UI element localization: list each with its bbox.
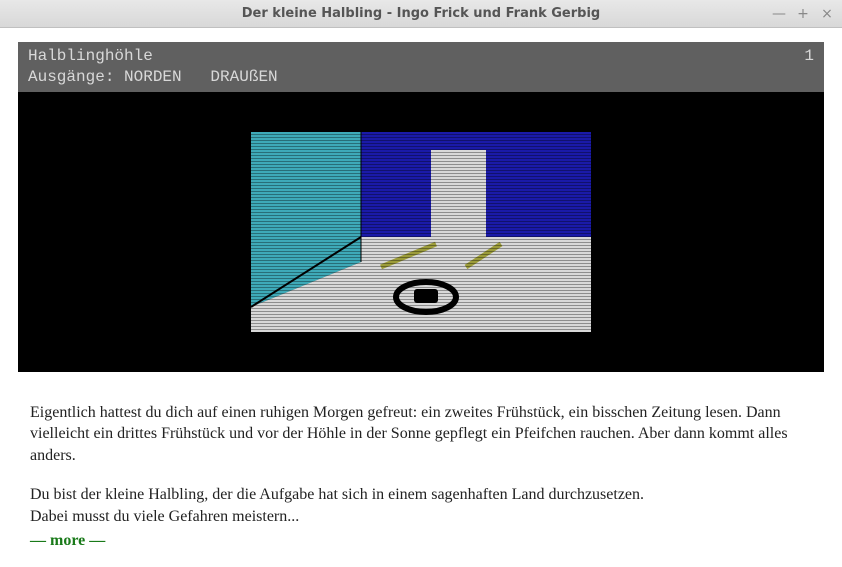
close-icon[interactable]: × [820,7,834,21]
status-bar-wrap: Halblinghöhle 1 Ausgänge: NORDEN DRAUßEN [0,28,842,92]
client-area: Halblinghöhle 1 Ausgänge: NORDEN DRAUßEN [0,28,842,567]
status-bar: Halblinghöhle 1 Ausgänge: NORDEN DRAUßEN [18,42,824,92]
story-paragraph: Eigentlich hattest du dich auf einen ruh… [30,402,812,467]
exits-label: Ausgänge: NORDEN DRAUßEN [28,67,814,88]
window-title: Der kleine Halbling - Ingo Frick und Fra… [242,6,600,21]
maximize-icon[interactable]: + [796,7,810,21]
score-label: 1 [804,46,814,67]
story-text: Eigentlich hattest du dich auf einen ruh… [0,372,842,552]
window-controls: — + × [772,7,834,21]
story-paragraph: Du bist der kleine Halbling, der die Auf… [30,484,812,527]
location-label: Halblinghöhle [28,46,153,67]
illustration-area [18,92,824,372]
window-titlebar: Der kleine Halbling - Ingo Frick und Fra… [0,0,842,28]
scene-illustration [251,132,591,332]
minimize-icon[interactable]: — [772,7,786,21]
more-prompt[interactable]: — more — [30,532,105,549]
